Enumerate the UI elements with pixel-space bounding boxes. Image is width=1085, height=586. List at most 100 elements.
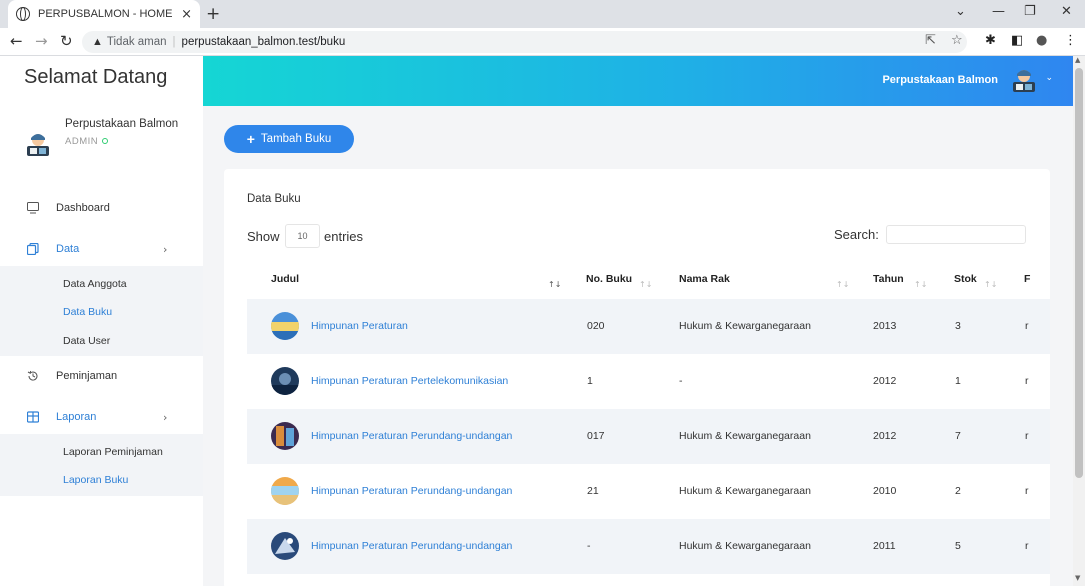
monitor-icon [27,202,39,214]
table-row: Himpunan Peraturan Perundang-undangan 01… [247,409,1050,464]
browser-tab[interactable]: PERPUSBALMON - HOME × [8,0,200,28]
entries-label: entries [324,229,364,244]
book-title-link[interactable]: Himpunan Peraturan Pertelekomunikasian [311,375,508,387]
window-close-icon[interactable]: ✕ [1061,4,1072,19]
cell-stok: 1 [955,375,961,387]
column-header-tahun[interactable]: Tahun [873,273,904,285]
add-book-button[interactable]: + Tambah Buku [224,125,354,153]
column-header-extra[interactable]: F [1024,273,1030,285]
address-bar: ← → ↻ ▲ Tidak aman | perpustakaan_balmon… [0,28,1085,56]
cell-no-buku: 21 [587,485,599,497]
cell-nama-rak: - [679,375,683,387]
column-header-stok[interactable]: Stok [954,273,977,285]
cell-extra: r [1025,430,1029,442]
data-submenu: Data Anggota Data Buku Data User [0,266,203,356]
minimize-icon[interactable]: — [992,4,1005,19]
submenu-laporan-peminjaman[interactable]: Laporan Peminjaman [63,446,163,458]
security-label: Tidak aman [106,36,167,48]
cell-nama-rak: Hukum & Kewarganegaraan [679,320,811,332]
search-input[interactable] [886,225,1026,244]
bookmark-star-icon[interactable]: ☆ [951,33,963,48]
column-header-no-buku[interactable]: No. Buku [586,273,632,285]
sidebar: Selamat Datang Perpustakaan Balmon ADMIN… [0,56,203,586]
column-header-judul[interactable]: Judul [271,273,299,285]
submenu-laporan-buku[interactable]: Laporan Buku [63,474,128,486]
share-icon[interactable]: ⇱ [925,33,936,48]
chevron-right-icon: › [163,242,168,256]
header-avatar-icon[interactable] [1011,68,1037,94]
cell-stok: 2 [955,485,961,497]
plus-icon: + [246,131,255,147]
cell-tahun: 2011 [873,540,896,552]
sidepanel-icon[interactable]: ◧ [1011,33,1023,48]
cell-no-buku: 017 [587,430,605,442]
sort-icon[interactable]: ↑↓ [639,280,652,289]
browser-menu-icon[interactable]: ⋮ [1064,33,1077,48]
sidebar-item-label: Peminjaman [56,370,118,382]
table-row: Himpunan Peraturan 020 Hukum & Kewargane… [247,299,1050,354]
sort-icon[interactable]: ↑↓ [914,280,927,289]
restore-icon[interactable]: ❐ [1024,4,1036,19]
chevron-down-icon[interactable]: ⌄ [1045,73,1053,83]
book-cover-image [271,532,299,560]
book-cover-image [271,422,299,450]
sidebar-item-data[interactable]: Data › [0,234,203,264]
sidebar-item-laporan[interactable]: Laporan › [0,402,203,432]
omnibox-separator: | [172,36,176,48]
scroll-down-icon[interactable]: ▼ [1075,574,1080,582]
cell-stok: 7 [955,430,961,442]
close-tab-icon[interactable]: × [181,7,192,22]
cell-extra: r [1025,485,1029,497]
cell-extra: r [1025,320,1029,332]
show-label: Show [247,229,280,244]
cell-nama-rak: Hukum & Kewarganegaraan [679,540,811,552]
add-book-label: Tambah Buku [260,133,332,145]
user-avatar-icon [27,134,49,156]
book-title-link[interactable]: Himpunan Peraturan Perundang-undangan [311,430,512,442]
sort-icon[interactable]: ↑↓ [984,280,997,289]
profile-icon[interactable]: ● [1036,33,1047,48]
scroll-up-icon[interactable]: ▲ [1075,56,1080,64]
sidebar-item-dashboard[interactable]: Dashboard [0,193,203,223]
url-text: perpustakaan_balmon.test/buku [181,36,346,48]
submenu-data-user[interactable]: Data User [63,335,110,347]
laporan-submenu: Laporan Peminjaman Laporan Buku [0,434,203,496]
table-icon [27,411,39,423]
sidebar-user-name: Perpustakaan Balmon [65,118,179,130]
page-scrollbar[interactable]: ▲ ▼ [1073,56,1085,586]
book-cover-image [271,312,299,340]
book-title-link[interactable]: Himpunan Peraturan [311,320,408,332]
top-header: Perpustakaan Balmon ⌄ [203,56,1073,106]
role-label: ADMIN [65,136,99,147]
new-tab-icon[interactable]: + [206,4,220,24]
extensions-icon[interactable]: ✱ [985,33,996,48]
cell-extra: r [1025,375,1029,387]
reload-icon[interactable]: ↻ [60,32,73,50]
submenu-data-anggota[interactable]: Data Anggota [63,278,127,290]
card-title: Data Buku [247,193,301,205]
sort-icon[interactable]: ↑↓ [836,280,849,289]
scrollbar-thumb[interactable] [1075,68,1083,478]
forward-icon[interactable]: → [35,32,48,50]
cell-no-buku: 020 [587,320,605,332]
submenu-data-buku[interactable]: Data Buku [63,306,112,318]
table-row: Himpunan Peraturan Perundang-undangan - … [247,519,1050,574]
sidebar-user-role: ADMIN [65,136,109,147]
book-title-link[interactable]: Himpunan Peraturan Perundang-undangan [311,485,512,497]
sort-asc-icon[interactable]: ↑↓ [548,280,561,289]
header-user-name[interactable]: Perpustakaan Balmon [882,74,998,86]
book-title-link[interactable]: Himpunan Peraturan Perundang-undangan [311,540,512,552]
column-header-nama-rak[interactable]: Nama Rak [679,273,730,285]
browser-tabbar: PERPUSBALMON - HOME × + ⌄ — ❐ ✕ [0,0,1085,28]
entries-select[interactable]: 10 [285,224,320,248]
online-status-icon [102,138,109,145]
cell-stok: 3 [955,320,961,332]
search-label: Search: [834,227,879,242]
omnibox[interactable]: ▲ Tidak aman | perpustakaan_balmon.test/… [82,31,967,53]
sidebar-item-peminjaman[interactable]: Peminjaman [0,361,203,391]
table-row: Himpunan Peraturan Perundang-undangan 21… [247,464,1050,519]
tab-search-icon[interactable]: ⌄ [955,4,966,19]
back-icon[interactable]: ← [10,32,23,50]
cell-tahun: 2012 [873,430,897,442]
cell-extra: r [1025,540,1029,552]
